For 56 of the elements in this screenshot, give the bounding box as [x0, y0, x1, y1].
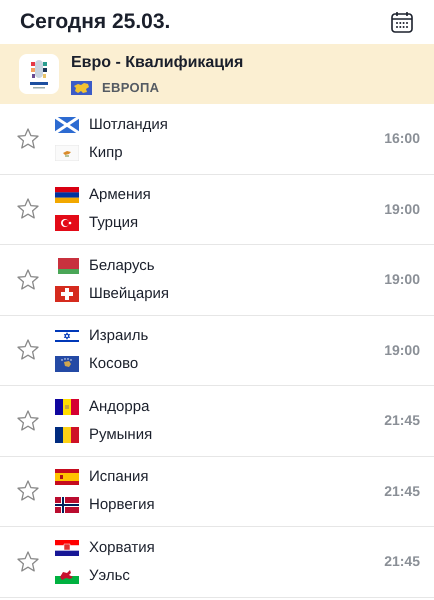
star-icon[interactable] — [16, 126, 40, 151]
trophy-logo-icon — [19, 54, 59, 94]
team-name: Испания — [89, 469, 149, 486]
team-name: Кипр — [89, 144, 123, 161]
team-name: Хорватия — [89, 540, 155, 556]
flag-icon — [55, 469, 79, 486]
flag-icon — [55, 497, 79, 514]
team-name: Швейцария — [89, 286, 170, 302]
match-row[interactable]: Израиль Косово 19:00 — [0, 316, 434, 386]
match-row[interactable]: Шотландия Кипр 16:00 — [0, 104, 434, 174]
match-time: 19:00 — [384, 340, 420, 360]
team-name: Уэльс — [89, 568, 130, 584]
flag-icon — [55, 568, 79, 584]
europe-map-icon — [71, 80, 92, 94]
match-time: 21:45 — [384, 482, 420, 501]
flag-icon — [55, 215, 79, 232]
star-icon[interactable] — [16, 408, 40, 433]
match-time: 19:00 — [384, 200, 420, 219]
match-row[interactable]: Хорватия Уэльс 21:45 — [0, 527, 434, 598]
match-time: 21:45 — [384, 552, 420, 572]
team-name: Израиль — [89, 328, 148, 344]
match-row[interactable]: Беларусь Швейцария 19:00 — [0, 245, 434, 316]
region-label: ЕВРОПА — [102, 78, 160, 97]
flag-icon — [55, 540, 79, 556]
team-name: Косово — [89, 356, 138, 372]
team-name: Беларусь — [89, 258, 155, 274]
match-row[interactable]: Андорра Румыния 21:45 — [0, 386, 434, 456]
match-row[interactable]: Испания Норвегия 21:45 — [0, 456, 434, 527]
star-icon[interactable] — [16, 197, 40, 222]
flag-icon — [55, 144, 79, 161]
team-name: Турция — [89, 215, 138, 232]
star-icon[interactable] — [16, 338, 40, 362]
team-name: Андорра — [89, 398, 150, 415]
star-icon[interactable] — [16, 268, 40, 292]
flag-icon — [55, 258, 79, 274]
team-name: Армения — [89, 187, 151, 204]
flag-icon — [55, 187, 79, 204]
flag-icon — [55, 356, 79, 372]
team-name: Румыния — [89, 426, 152, 443]
match-time: 21:45 — [384, 411, 420, 430]
match-time: 16:00 — [384, 129, 420, 148]
match-row[interactable]: Армения Турция 19:00 — [0, 174, 434, 245]
star-icon[interactable] — [16, 479, 40, 504]
flag-icon — [55, 328, 79, 344]
league-name: Евро - Квалификация — [71, 52, 244, 73]
flag-icon — [55, 398, 79, 415]
match-time: 19:00 — [384, 270, 420, 290]
flag-icon — [55, 116, 79, 133]
team-name: Норвегия — [89, 497, 155, 514]
calendar-icon[interactable] — [390, 10, 414, 34]
flag-icon — [55, 286, 79, 302]
team-name: Шотландия — [89, 116, 168, 133]
page-title: Сегодня 25.03. — [20, 9, 170, 36]
league-header[interactable]: Евро - Квалификация ЕВРОПА — [0, 44, 434, 104]
star-icon[interactable] — [16, 550, 40, 574]
flag-icon — [55, 426, 79, 443]
